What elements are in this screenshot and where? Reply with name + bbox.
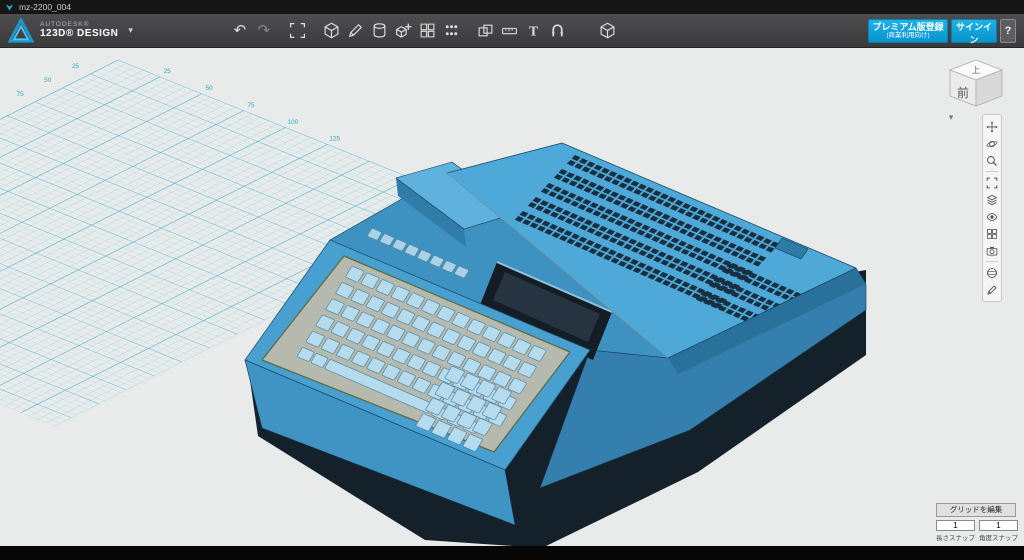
brand-product: 123D® DESIGN — [40, 29, 118, 40]
view-toolbar — [982, 114, 1002, 302]
view-cube-menu-chevron-down-icon[interactable]: ▾ — [944, 112, 958, 122]
view-settings-button[interactable] — [596, 19, 620, 43]
transform-icon — [289, 22, 306, 39]
view-style-icon — [986, 194, 998, 206]
view-cube[interactable]: 上 前 ▾ — [942, 54, 1012, 122]
toolbar-separator — [986, 261, 998, 262]
view-cube-top-label: 上 — [972, 65, 981, 75]
fit-view-icon — [986, 177, 998, 189]
premium-button-line2: (商業利用向け) — [886, 32, 929, 39]
computer-model[interactable] — [245, 143, 866, 546]
edit-grid-button[interactable]: グリッドを編集 — [936, 503, 1016, 517]
transform-button[interactable] — [286, 19, 310, 43]
viewport-3d[interactable]: 25 25 50 50 75 75 100 125 上 前 ▾ グリッドを編集 長さスナップ … — [0, 48, 1024, 546]
length-snap-input[interactable] — [936, 520, 975, 531]
premium-button-line1: プレミアム版登録 — [872, 22, 943, 32]
bottom-status-bar — [0, 546, 1024, 560]
primitives-button[interactable] — [320, 19, 344, 43]
view-cube-front-label: 前 — [957, 85, 969, 100]
length-snap-label: 長さスナップ — [936, 532, 975, 542]
material-icon — [986, 267, 998, 279]
toolbar-tools: ↶↷ — [228, 19, 620, 43]
grouping-icon — [443, 22, 460, 39]
text-icon — [525, 22, 542, 39]
snap-icon — [549, 22, 566, 39]
zoom-button[interactable] — [984, 152, 1000, 169]
construct-button[interactable] — [368, 19, 392, 43]
visibility-button[interactable] — [984, 208, 1000, 225]
grid-axis-label: 50 — [205, 85, 213, 92]
wireframe-icon — [986, 228, 998, 240]
construct-icon — [371, 22, 388, 39]
grid-axis-label: 75 — [16, 91, 24, 98]
snap-button[interactable] — [546, 19, 570, 43]
app-logo[interactable]: AUTODESK® 123D® DESIGN ▾ — [8, 18, 133, 44]
measure-icon — [501, 22, 518, 39]
combine-button[interactable] — [474, 19, 498, 43]
autodesk-123d-logo-icon — [8, 18, 34, 44]
sketch-button[interactable] — [344, 19, 368, 43]
annotate-button[interactable] — [984, 281, 1000, 298]
undo-button[interactable]: ↶ — [228, 19, 252, 43]
grid-axis-label: 75 — [247, 102, 255, 109]
orbit-button[interactable] — [984, 135, 1000, 152]
grid-axis-label: 125 — [329, 136, 340, 143]
grid-axis-label: 100 — [287, 119, 298, 126]
toolbar-separator — [986, 171, 998, 172]
pan-button[interactable] — [984, 118, 1000, 135]
annotate-icon — [986, 284, 998, 296]
redo-icon: ↷ — [258, 23, 271, 38]
combine-icon — [477, 22, 494, 39]
material-button[interactable] — [984, 264, 1000, 281]
sketch-icon — [347, 22, 364, 39]
orbit-icon — [986, 138, 998, 150]
undo-icon: ↶ — [234, 23, 247, 38]
screenshot-icon — [986, 245, 998, 257]
sign-in-button[interactable]: サインイン — [951, 19, 997, 43]
redo-button[interactable]: ↷ — [252, 19, 276, 43]
main-toolbar: AUTODESK® 123D® DESIGN ▾ ↶↷ プレミアム版登録 (商業… — [0, 14, 1024, 48]
window-titlebar: mz-2200_004 — [0, 0, 1024, 14]
angle-snap-input[interactable] — [979, 520, 1018, 531]
grid-axis-label: 25 — [164, 68, 172, 75]
fit-view-button[interactable] — [984, 174, 1000, 191]
screenshot-button[interactable] — [984, 242, 1000, 259]
visibility-icon — [986, 211, 998, 223]
grouping-button[interactable] — [440, 19, 464, 43]
window-title: mz-2200_004 — [19, 2, 71, 12]
pattern-icon — [419, 22, 436, 39]
zoom-icon — [986, 155, 998, 167]
modify-icon — [395, 22, 412, 39]
measure-button[interactable] — [498, 19, 522, 43]
grid-axis-label: 50 — [44, 77, 52, 84]
primitives-icon — [323, 22, 340, 39]
wireframe-button[interactable] — [984, 225, 1000, 242]
view-settings-icon — [599, 22, 616, 39]
grid-settings-panel: グリッドを編集 長さスナップ 角度スナップ — [936, 499, 1016, 542]
app-window-icon — [5, 3, 14, 12]
app-menu-chevron-down-icon[interactable]: ▾ — [128, 25, 133, 36]
pan-icon — [986, 121, 998, 133]
grid-axis-label: 25 — [72, 63, 80, 70]
help-button[interactable]: ? — [1000, 19, 1016, 43]
pattern-button[interactable] — [416, 19, 440, 43]
modify-button[interactable] — [392, 19, 416, 43]
premium-upgrade-button[interactable]: プレミアム版登録 (商業利用向け) — [868, 19, 948, 43]
angle-snap-label: 角度スナップ — [979, 532, 1018, 542]
view-style-button[interactable] — [984, 191, 1000, 208]
text-button[interactable] — [522, 19, 546, 43]
